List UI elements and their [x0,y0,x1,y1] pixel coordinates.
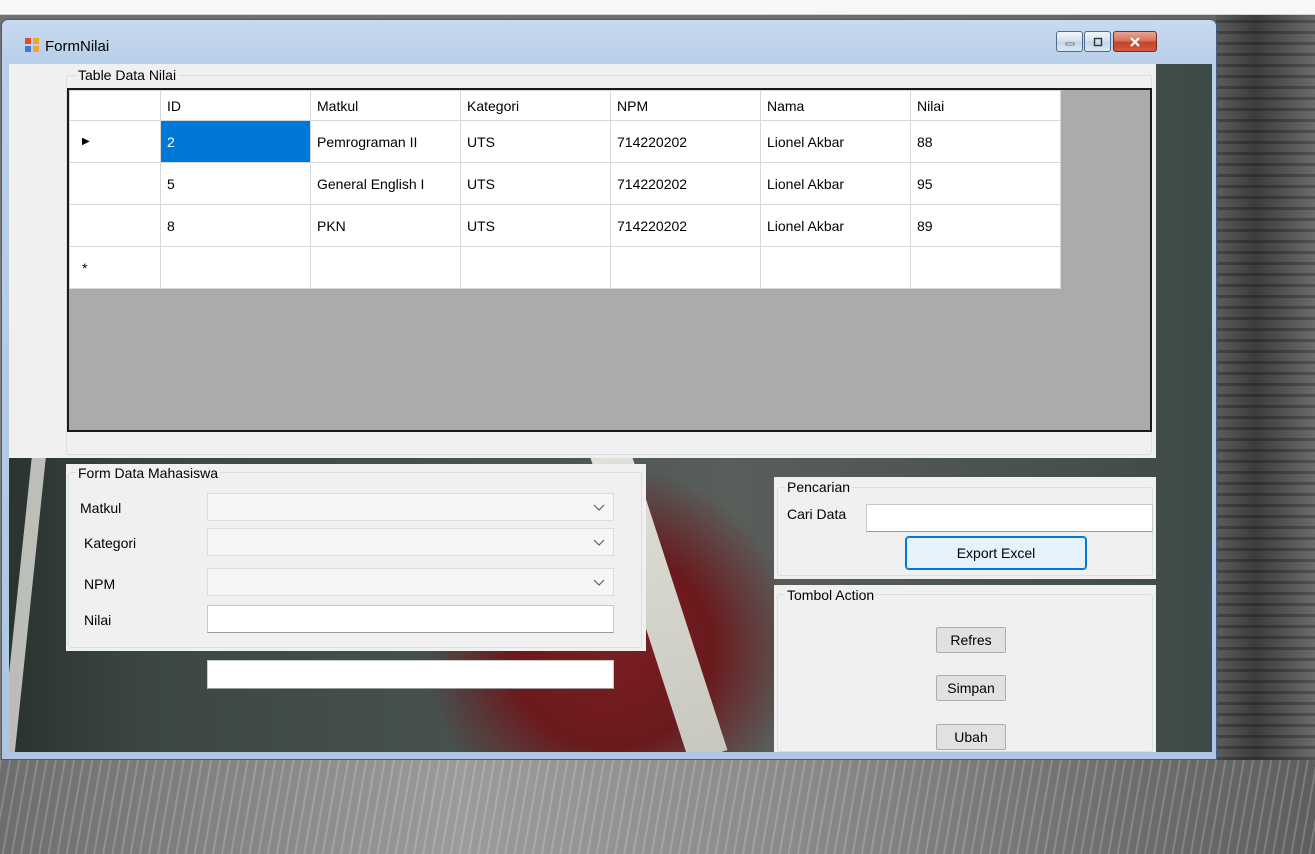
maximize-icon [1093,37,1102,46]
table-cell[interactable]: Lionel Akbar [760,162,911,205]
table-cell[interactable] [460,246,611,289]
pencarian-group: Pencarian Cari Data Export Excel [774,477,1156,579]
table-cell[interactable] [910,246,1061,289]
close-icon [1130,36,1140,47]
table-row[interactable]: 5 General English I UTS 714220202 Lionel… [69,162,1061,205]
maximize-button[interactable] [1084,31,1111,52]
column-header[interactable]: Nama [760,90,911,121]
row-indicator[interactable] [69,162,161,205]
desktop-background-right [1216,15,1315,760]
form-icon [25,38,39,52]
data-grid[interactable]: ID Matkul Kategori NPM Nama Nilai ▶ 2 Pe… [67,88,1152,432]
nilai-label: Nilai [84,612,112,628]
row-indicator[interactable] [69,204,161,247]
minimize-icon [1065,42,1074,45]
column-header[interactable]: Nilai [910,90,1061,121]
form-data-mahasiswa-group: Form Data Mahasiswa Matkul Kategori NPM … [66,464,646,651]
table-cell[interactable]: General English I [310,162,461,205]
table-cell[interactable]: 95 [910,162,1061,205]
row-indicator[interactable]: * [69,246,161,289]
edit-button[interactable]: Ubah [936,724,1006,750]
table-data-nilai-group: Table Data Nilai ID Matkul Kategori NPM … [9,64,1156,458]
table-cell[interactable]: 5 [160,162,311,205]
table-cell[interactable]: 2 [160,120,311,163]
table-cell[interactable]: Lionel Akbar [760,120,911,163]
table-row[interactable]: 8 PKN UTS 714220202 Lionel Akbar 89 [69,204,1061,247]
row-header-corner [69,90,161,121]
form-window: FormNilai Table Data Nilai ID Matkul Kat… [1,19,1217,760]
chevron-down-icon [593,539,605,546]
group-legend: Pencarian [785,479,853,495]
table-cell[interactable]: 89 [910,204,1061,247]
data-grid-table: ID Matkul Kategori NPM Nama Nilai ▶ 2 Pe… [69,90,1061,289]
table-cell[interactable] [310,246,461,289]
save-button[interactable]: Simpan [936,675,1006,701]
group-legend: Table Data Nilai [76,67,179,83]
table-cell[interactable]: 714220202 [610,162,761,205]
refresh-button[interactable]: Refres [936,627,1006,653]
table-cell[interactable]: 8 [160,204,311,247]
table-cell[interactable]: Pemrograman II [310,120,461,163]
table-cell[interactable]: UTS [460,162,611,205]
table-cell[interactable]: UTS [460,120,611,163]
column-header[interactable]: NPM [610,90,761,121]
table-cell[interactable] [160,246,311,289]
group-legend: Tombol Action [785,587,877,603]
matkul-dropdown[interactable] [207,493,614,521]
table-cell[interactable]: 88 [910,120,1061,163]
nilai-input[interactable] [207,605,614,633]
group-legend: Form Data Mahasiswa [76,465,221,481]
window-title: FormNilai [45,38,110,55]
npm-dropdown[interactable] [207,568,614,596]
chevron-down-icon [593,504,605,511]
row-indicator[interactable]: ▶ [69,120,161,163]
minimize-button[interactable] [1056,31,1083,52]
matkul-label: Matkul [80,500,122,516]
table-cell[interactable]: Lionel Akbar [760,204,911,247]
grid-header-row: ID Matkul Kategori NPM Nama Nilai [69,90,1061,121]
close-button[interactable] [1113,31,1157,52]
new-row[interactable]: * [69,246,1061,289]
chevron-down-icon [593,579,605,586]
kategori-label: Kategori [84,535,137,551]
search-input[interactable] [866,504,1153,532]
desktop-top-strip [0,0,1315,15]
table-row[interactable]: ▶ 2 Pemrograman II UTS 714220202 Lionel … [69,120,1061,163]
desktop-background-bottom [0,760,1315,854]
cari-data-label: Cari Data [787,506,847,522]
table-cell[interactable] [760,246,911,289]
column-header[interactable]: ID [160,90,311,121]
table-cell[interactable]: 714220202 [610,204,761,247]
tombol-action-group: Tombol Action Refres Simpan Ubah [774,585,1156,752]
table-cell[interactable]: PKN [310,204,461,247]
extra-textbox[interactable] [207,660,614,689]
table-cell[interactable] [610,246,761,289]
title-bar[interactable]: FormNilai [2,20,1216,64]
npm-label: NPM [84,576,116,592]
table-cell[interactable]: 714220202 [610,120,761,163]
column-header[interactable]: Matkul [310,90,461,121]
kategori-dropdown[interactable] [207,528,614,556]
table-cell[interactable]: UTS [460,204,611,247]
export-excel-button[interactable]: Export Excel [905,536,1087,570]
form-client-area: Table Data Nilai ID Matkul Kategori NPM … [9,64,1212,752]
column-header[interactable]: Kategori [460,90,611,121]
